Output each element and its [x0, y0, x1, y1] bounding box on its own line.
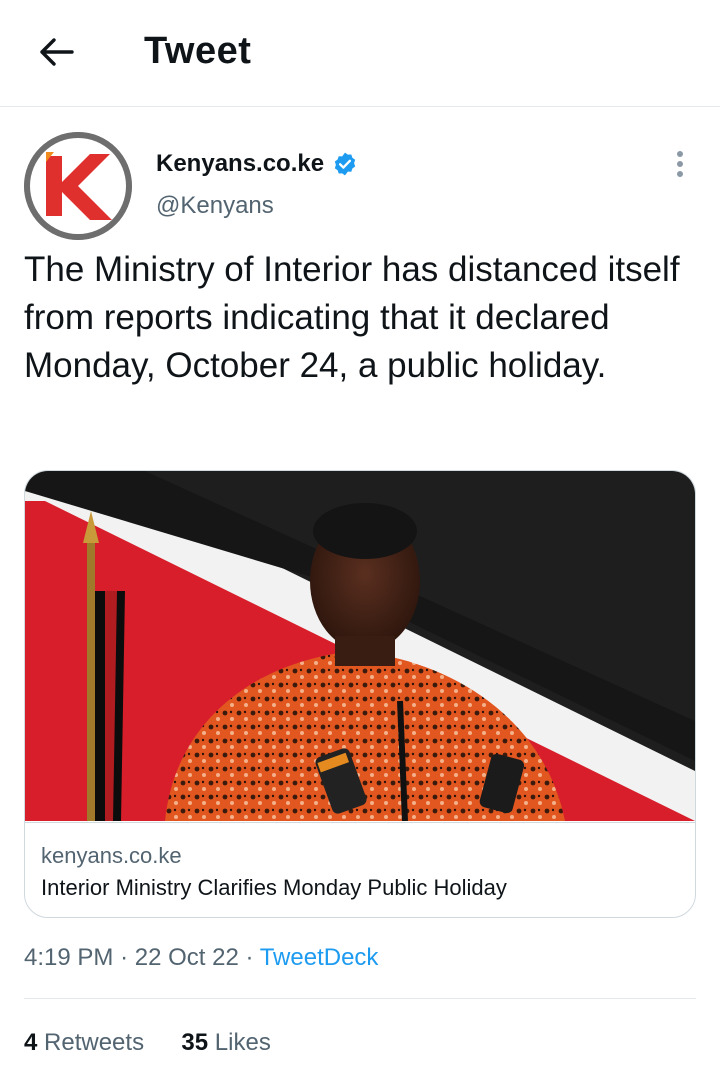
card-meta: kenyans.co.ke Interior Ministry Clarifie…: [25, 822, 695, 917]
retweets-stat[interactable]: 4 Retweets: [24, 1029, 144, 1056]
link-card[interactable]: kenyans.co.ke Interior Ministry Clarifie…: [24, 470, 696, 918]
retweets-label: Retweets: [44, 1029, 145, 1056]
card-domain: kenyans.co.ke: [41, 843, 182, 868]
tweet-meta: 4:19 PM · 22 Oct 22 · TweetDeck: [24, 944, 378, 972]
tweet-time[interactable]: 4:19 PM: [24, 944, 113, 971]
engagement-stats: 4 Retweets 35 Likes: [24, 1029, 271, 1057]
likes-count: 35: [181, 1029, 209, 1056]
more-options-icon: [677, 151, 683, 177]
card-title: Interior Ministry Clarifies Monday Publi…: [41, 875, 507, 900]
retweets-count: 4: [24, 1029, 38, 1056]
tweet-text: The Ministry of Interior has distanced i…: [24, 250, 680, 385]
card-image: [25, 471, 695, 821]
page-title: Tweet: [144, 30, 252, 72]
meta-separator: ·: [245, 944, 254, 971]
back-button[interactable]: [36, 34, 76, 70]
meta-separator: ·: [120, 944, 129, 971]
verified-badge-icon: [334, 152, 356, 176]
tweet-source-link[interactable]: TweetDeck: [260, 944, 379, 971]
author-avatar[interactable]: [24, 132, 132, 240]
top-bar: Tweet: [0, 0, 720, 107]
back-arrow-icon: [40, 38, 74, 66]
author-name-row: Kenyans.co.ke: [156, 150, 358, 178]
more-options-button[interactable]: [664, 148, 696, 180]
author-handle[interactable]: @Kenyans: [156, 192, 274, 220]
author-name[interactable]: Kenyans.co.ke: [156, 150, 324, 178]
tweet-date[interactable]: 22 Oct 22: [135, 944, 239, 971]
divider: [24, 998, 696, 999]
likes-label: Likes: [214, 1029, 271, 1056]
likes-stat[interactable]: 35 Likes: [181, 1029, 270, 1056]
